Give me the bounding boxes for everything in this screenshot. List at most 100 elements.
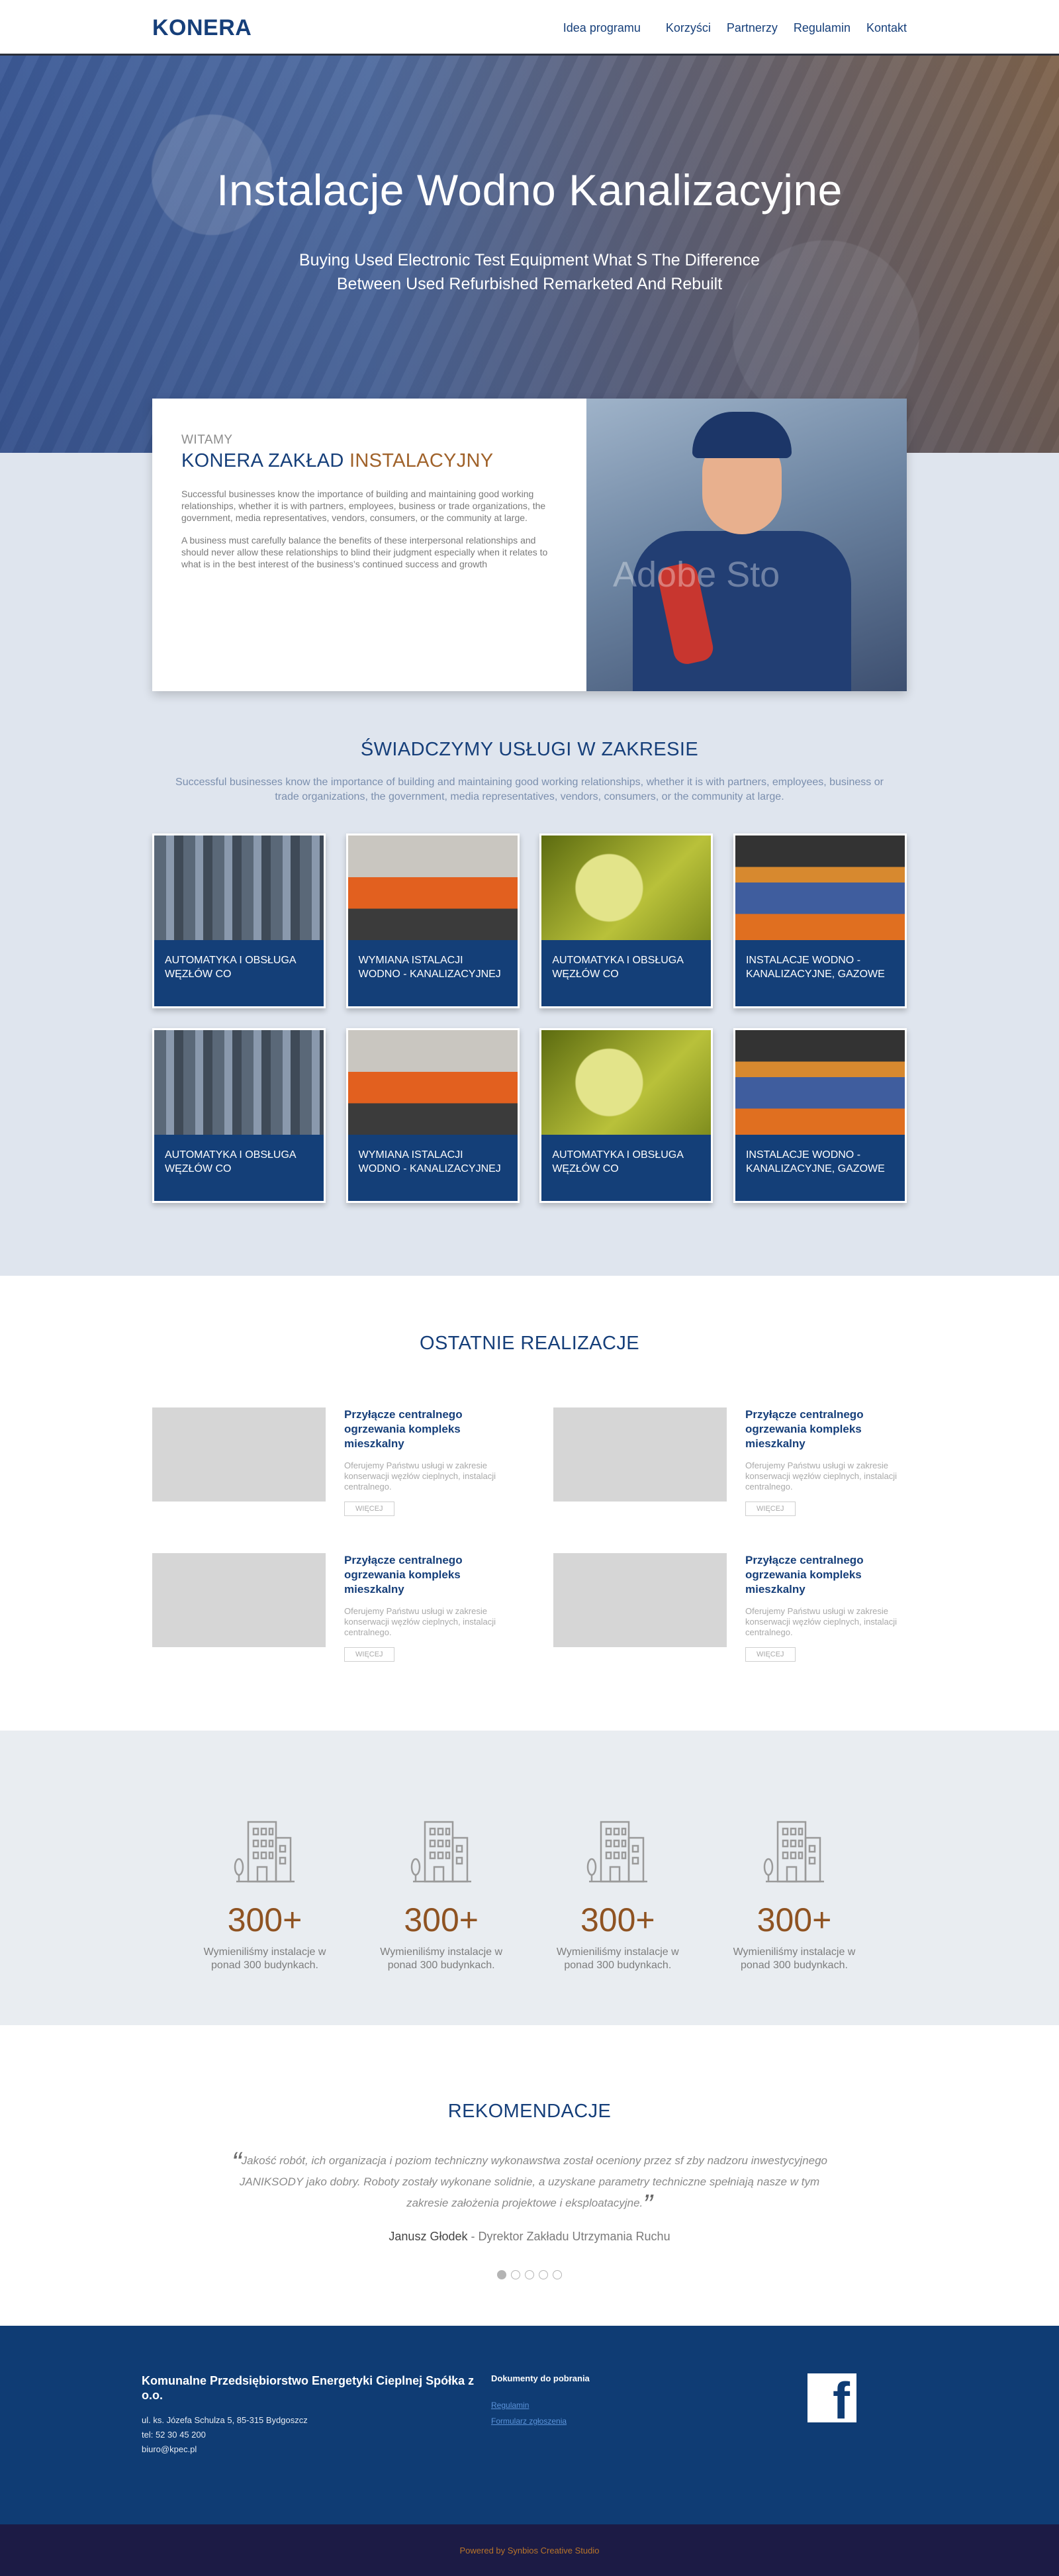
open-quote-icon: “ [231, 2146, 242, 2179]
service-card[interactable]: INSTALACJE WODNO - KANALIZACYJNE, GAZOWE [733, 1028, 907, 1203]
service-label: AUTOMATYKA I OBSŁUGA WĘZŁÓW CO [165, 1149, 296, 1174]
carousel-dot[interactable] [553, 2270, 562, 2279]
welcome-paragraph-1: Successful businesses know the importanc… [181, 489, 546, 523]
projects-title: OSTATNIE REALIZACJE [419, 1333, 640, 1354]
top-navigation: KONERA Idea programu Korzyści Partnerzy … [0, 0, 1059, 56]
service-label: AUTOMATYKA I OBSŁUGA WĘZŁÓW CO [165, 955, 296, 980]
stat-label: Wymieniliśmy instalacje w ponad 300 budy… [380, 1946, 503, 1971]
site-footer: Komunalne Przedsiębiorstwo Energetyki Ci… [0, 2326, 1059, 2524]
services-title: ŚWIADCZYMY USŁUGI W ZAKRESIE [360, 739, 699, 760]
service-image [541, 1030, 712, 1135]
main-menu: Idea programu Korzyści Partnerzy Regulam… [563, 21, 907, 35]
service-card[interactable]: AUTOMATYKA I OBSŁUGA WĘZŁÓW CO [152, 834, 326, 1008]
project-item: Przyłącze centralnego ogrzewania komplek… [152, 1407, 506, 1516]
service-image [541, 835, 712, 940]
service-card[interactable]: AUTOMATYKA I OBSŁUGA WĘZŁÓW CO [152, 1028, 326, 1203]
service-label: AUTOMATYKA I OBSŁUGA WĘZŁÓW CO [552, 1149, 683, 1174]
welcome-paragraph-2: A business must carefully balance the be… [181, 535, 548, 569]
stat-item: 300+ Wymieniliśmy instalacje w ponad 300… [372, 1814, 511, 1972]
service-card[interactable]: AUTOMATYKA I OBSŁUGA WĘZŁÓW CO [539, 834, 714, 1008]
service-label: AUTOMATYKA I OBSŁUGA WĘZŁÓW CO [552, 955, 683, 980]
carousel-dot[interactable] [497, 2270, 506, 2279]
testimonial-text: Jakość robót, ich organizacja i poziom t… [239, 2154, 828, 2209]
project-thumbnail[interactable] [152, 1407, 326, 1502]
service-card[interactable]: WYMIANA ISTALACJI WODNO - KANALIZACYJNEJ [345, 834, 520, 1008]
welcome-title-main: KONERA ZAKŁAD [181, 450, 349, 471]
footer-docs-title: Dokumenty do pobrania [491, 2373, 590, 2383]
project-description: Oferujemy Państwu usługi w zakresie kons… [344, 1606, 496, 1637]
hero-banner: Instalacje Wodno Kanalizacyjne Buying Us… [0, 56, 1059, 453]
service-card[interactable]: WYMIANA ISTALACJI WODNO - KANALIZACYJNEJ [345, 1028, 520, 1203]
testimonials-section: REKOMENDACJE “Jakość robót, ich organiza… [0, 2025, 1059, 2326]
hero-subtitle: Buying Used Electronic Test Equipment Wh… [299, 251, 760, 293]
services-section: WITAMY KONERA ZAKŁAD INSTALACYJNY Succes… [0, 399, 1059, 1276]
project-thumbnail[interactable] [553, 1553, 727, 1647]
stat-item: 300+ Wymieniliśmy instalacje w ponad 300… [548, 1814, 687, 1972]
more-button[interactable]: WIĘCEJ [344, 1647, 394, 1662]
footer-link-regulamin[interactable]: Regulamin [491, 2401, 807, 2410]
site-logo[interactable]: KONERA [152, 15, 252, 41]
projects-section: OSTATNIE REALIZACJE Przyłącze centralneg… [0, 1276, 1059, 1731]
service-image [154, 835, 324, 940]
building-icon [763, 1821, 824, 1883]
menu-item-partnerzy[interactable]: Partnerzy [727, 21, 778, 35]
project-title[interactable]: Przyłącze centralnego ogrzewania komplek… [745, 1407, 907, 1451]
testimonials-title: REKOMENDACJE [447, 2101, 612, 2122]
service-label: WYMIANA ISTALACJI WODNO - KANALIZACYJNEJ [358, 1149, 501, 1174]
carousel-dot[interactable] [511, 2270, 520, 2279]
stat-value: 300+ [580, 1901, 655, 1938]
service-image [735, 1030, 905, 1135]
footer-phone: tel: 52 30 45 200 [142, 2430, 206, 2440]
project-item: Przyłącze centralnego ogrzewania komplek… [553, 1553, 907, 1662]
project-title[interactable]: Przyłącze centralnego ogrzewania komplek… [344, 1553, 506, 1597]
menu-item-kontakt[interactable]: Kontakt [866, 21, 907, 35]
stat-label: Wymieniliśmy instalacje w ponad 300 budy… [556, 1946, 679, 1971]
bottom-bar: Powered by Synbios Creative Studio [0, 2524, 1059, 2576]
carousel-dot[interactable] [525, 2270, 534, 2279]
welcome-title-accent: INSTALACYJNY [349, 450, 494, 471]
project-description: Oferujemy Państwu usługi w zakresie kons… [344, 1460, 496, 1492]
more-button[interactable]: WIĘCEJ [344, 1502, 394, 1516]
project-thumbnail[interactable] [152, 1553, 326, 1647]
footer-address: ul. ks. Józefa Schulza 5, 85-315 Bydgosz… [142, 2415, 308, 2425]
menu-item-idea[interactable]: Idea programu [563, 21, 641, 35]
menu-item-korzysci[interactable]: Korzyści [666, 21, 711, 35]
menu-item-regulamin[interactable]: Regulamin [794, 21, 851, 35]
footer-company: Komunalne Przedsiębiorstwo Energetyki Ci… [142, 2374, 475, 2402]
stat-value: 300+ [404, 1901, 479, 1938]
building-icon [234, 1821, 295, 1883]
carousel-dot[interactable] [539, 2270, 548, 2279]
footer-link-formularz[interactable]: Formularz zgłoszenia [491, 2416, 807, 2426]
services-intro: Successful businesses know the importanc… [175, 777, 884, 802]
project-description: Oferujemy Państwu usługi w zakresie kons… [745, 1460, 898, 1492]
welcome-pretitle: WITAMY [181, 433, 233, 447]
service-image [735, 835, 905, 940]
stat-label: Wymieniliśmy instalacje w ponad 300 budy… [733, 1946, 856, 1971]
footer-email[interactable]: biuro@kpec.pl [142, 2442, 491, 2457]
testimonial-quote: “Jakość robót, ich organizacja i poziom … [222, 2148, 837, 2220]
testimonial-author: Janusz Głodek - Dyrektor Zakładu Utrzyma… [0, 2230, 1059, 2244]
building-icon [410, 1821, 471, 1883]
stat-value: 300+ [227, 1901, 302, 1938]
more-button[interactable]: WIĘCEJ [745, 1647, 796, 1662]
facebook-icon[interactable]: f [807, 2373, 856, 2426]
welcome-box: WITAMY KONERA ZAKŁAD INSTALACYJNY Succes… [152, 399, 907, 691]
project-title[interactable]: Przyłącze centralnego ogrzewania komplek… [344, 1407, 506, 1451]
stat-item: 300+ Wymieniliśmy instalacje w ponad 300… [725, 1814, 864, 1972]
stat-item: 300+ Wymieniliśmy instalacje w ponad 300… [195, 1814, 334, 1972]
carousel-dots [0, 2270, 1059, 2279]
stat-label: Wymieniliśmy instalacje w ponad 300 budy… [203, 1946, 326, 1971]
project-title[interactable]: Przyłącze centralnego ogrzewania komplek… [745, 1553, 907, 1597]
more-button[interactable]: WIĘCEJ [745, 1502, 796, 1516]
project-description: Oferujemy Państwu usługi w zakresie kons… [745, 1606, 898, 1637]
project-item: Przyłącze centralnego ogrzewania komplek… [553, 1407, 907, 1516]
stat-value: 300+ [757, 1901, 832, 1938]
powered-by[interactable]: Powered by Synbios Creative Studio [459, 2546, 599, 2555]
service-card[interactable]: INSTALACJE WODNO - KANALIZACYJNE, GAZOWE [733, 834, 907, 1008]
project-thumbnail[interactable] [553, 1407, 727, 1502]
service-label: INSTALACJE WODNO - KANALIZACYJNE, GAZOWE [745, 1149, 885, 1174]
project-item: Przyłącze centralnego ogrzewania komplek… [152, 1553, 506, 1662]
worker-photo: Adobe Sto [586, 399, 907, 691]
author-name: Janusz Głodek [389, 2230, 468, 2243]
service-card[interactable]: AUTOMATYKA I OBSŁUGA WĘZŁÓW CO [539, 1028, 714, 1203]
